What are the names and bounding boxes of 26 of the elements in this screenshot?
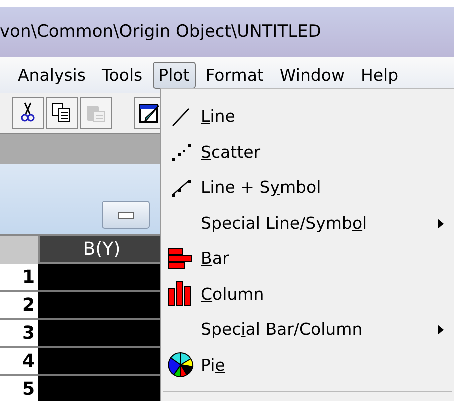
- paste-icon: [86, 103, 106, 123]
- menu-item[interactable]: Special Line/Symbol: [161, 206, 454, 241]
- menu-item[interactable]: Help: [354, 62, 405, 88]
- toolbar-button[interactable]: [12, 97, 44, 129]
- window-title: von\Common\Origin Object\UNTITLED: [0, 22, 322, 42]
- menu-item[interactable]: Analysis: [12, 62, 92, 88]
- column-chart-icon: [168, 281, 194, 308]
- scissors-icon: [21, 102, 35, 124]
- menu-item[interactable]: Special Bar/Column: [161, 312, 454, 348]
- menu-item[interactable]: Plot: [152, 62, 196, 88]
- bar-chart-icon: [168, 246, 194, 271]
- pen-icon: [139, 102, 161, 124]
- toolbar-button[interactable]: [46, 97, 78, 129]
- menu-item[interactable]: Pie: [161, 348, 454, 383]
- pie-chart-icon: [168, 352, 194, 378]
- copy-icon: [52, 103, 72, 123]
- menu-item[interactable]: Format: [200, 62, 270, 88]
- minimize-button[interactable]: [102, 201, 150, 229]
- menu-item[interactable]: Window: [274, 62, 351, 88]
- menu-item[interactable]: Column: [161, 276, 454, 312]
- menu-item[interactable]: Bar: [161, 241, 454, 276]
- menu-item[interactable]: Scatter: [161, 134, 454, 170]
- scatter-icon: [170, 141, 192, 164]
- menu-item[interactable]: Line + Symbol: [161, 170, 454, 206]
- column-header[interactable]: B(Y): [40, 236, 160, 264]
- menu-item[interactable]: Tools: [96, 62, 149, 88]
